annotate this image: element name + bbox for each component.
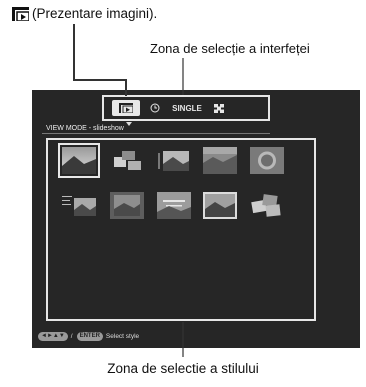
interface-zone-label: Zona de selecție a interfeței — [150, 41, 310, 56]
top-instruction: (Prezentare imagini). — [12, 6, 157, 21]
hint-text: Select style — [105, 332, 140, 340]
arrow-keys-chip: ◄►▲▼ — [38, 331, 68, 341]
index-mode-button[interactable] — [208, 100, 230, 116]
view-mode-label: VIEW MODE - slideshow — [42, 124, 270, 134]
clock-icon — [150, 103, 160, 113]
style-thumbnail-3[interactable] — [157, 147, 191, 174]
interface-selection-bar: SINGLE — [102, 95, 270, 121]
style-thumbnail-7[interactable] — [110, 192, 144, 219]
style-thumbnail-4[interactable] — [203, 147, 237, 174]
style-thumbnail-10[interactable] — [250, 192, 284, 219]
style-thumbnail-2[interactable] — [110, 147, 144, 174]
single-mode-button[interactable]: SINGLE — [170, 100, 204, 116]
slideshow-mode-button[interactable] — [112, 100, 140, 116]
top-instruction-text: (Prezentare imagini). — [32, 6, 158, 21]
index-grid-icon — [214, 103, 224, 113]
style-thumbnail-6[interactable] — [62, 192, 96, 219]
style-thumbnail-9[interactable] — [203, 192, 237, 219]
style-thumbnail-5[interactable] — [250, 147, 284, 174]
style-thumbnail-1[interactable] — [58, 143, 100, 178]
slideshow-mode-icon — [119, 103, 133, 113]
style-zone-label: Zona de selectie a stilului — [107, 361, 259, 376]
slideshow-icon — [12, 6, 29, 21]
hint-separator: / — [70, 332, 73, 340]
bottom-hint-bar: ◄►▲▼ / ENTER Select style — [38, 330, 139, 342]
clock-mode-button[interactable] — [144, 100, 166, 116]
style-thumbnail-8[interactable] — [157, 192, 191, 219]
enter-key-chip: ENTER — [76, 331, 103, 341]
